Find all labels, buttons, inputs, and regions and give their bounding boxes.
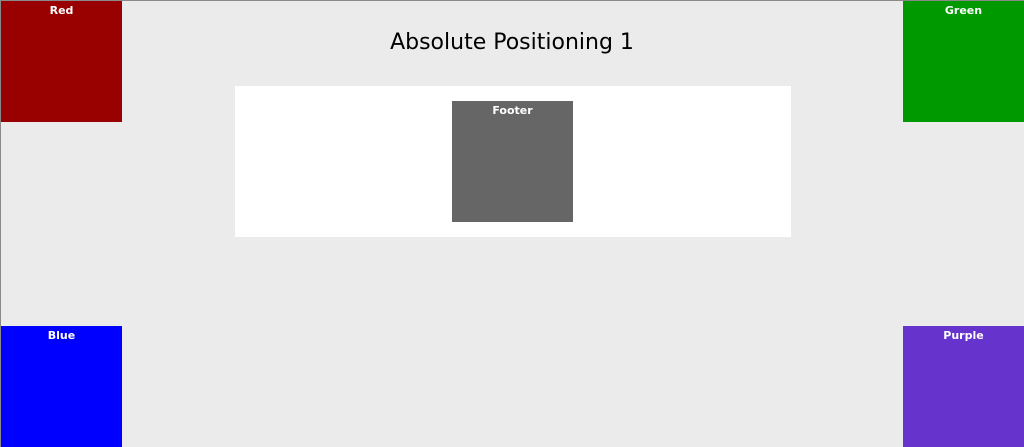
purple-box: Purple bbox=[903, 326, 1024, 447]
red-box-label: Red bbox=[49, 4, 74, 17]
footer-box: Footer bbox=[452, 101, 573, 222]
green-box: Green bbox=[903, 1, 1024, 122]
page-title: Absolute Positioning 1 bbox=[390, 30, 634, 55]
blue-box: Blue bbox=[1, 326, 122, 447]
footer-box-label: Footer bbox=[492, 104, 533, 117]
blue-box-label: Blue bbox=[47, 329, 76, 342]
purple-box-label: Purple bbox=[943, 329, 984, 342]
content-panel: Footer bbox=[235, 86, 791, 237]
green-box-label: Green bbox=[944, 4, 983, 17]
red-box: Red bbox=[1, 1, 122, 122]
